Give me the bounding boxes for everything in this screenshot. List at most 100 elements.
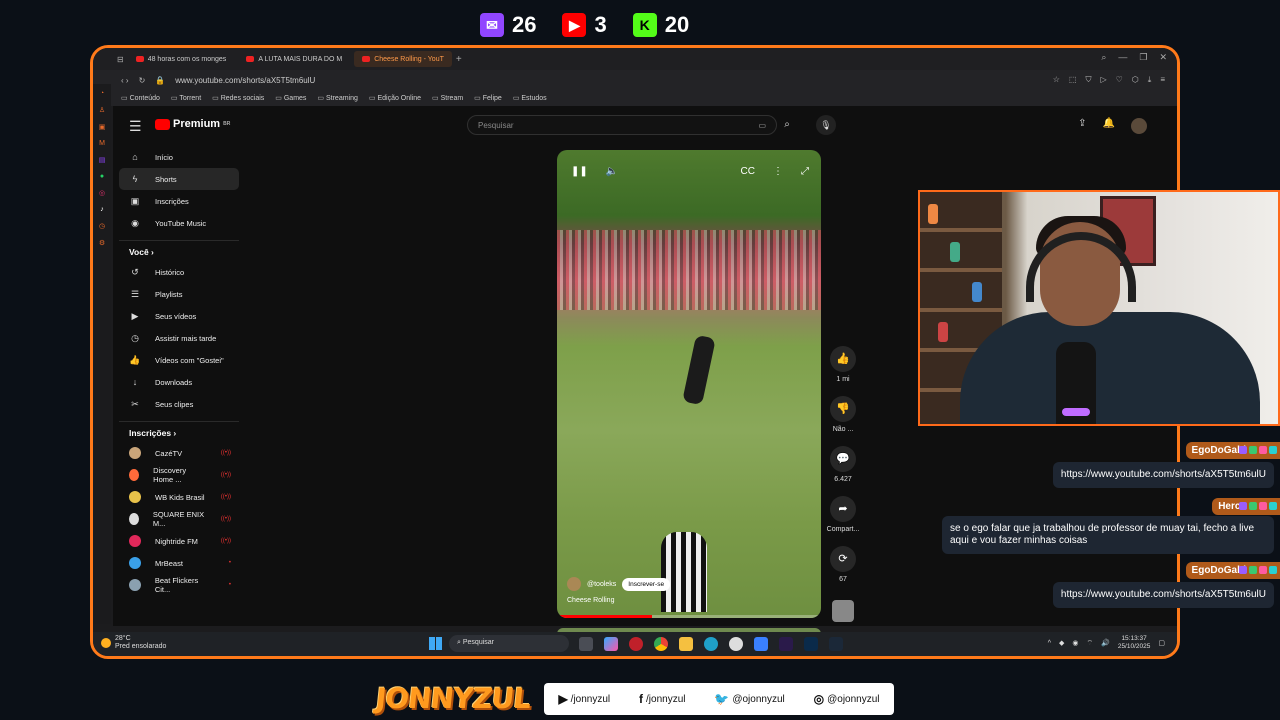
short-title[interactable]: Cheese Rolling (567, 597, 670, 604)
app-icon[interactable] (754, 637, 768, 651)
sidebar-item-you[interactable]: ☰ Playlists (119, 283, 239, 305)
back-icon[interactable]: ‹ › (121, 76, 129, 85)
tab-overview-icon[interactable]: ⊟ (117, 55, 124, 64)
chrome-icon[interactable] (654, 637, 668, 651)
short-video-player[interactable]: ❚❚ 🔈 CC ⋮ ⤢ @tooleks Inscrever-se Cheese… (557, 150, 821, 618)
minimize-icon[interactable]: — (1118, 52, 1127, 63)
steam-icon[interactable] (829, 637, 843, 651)
sidebar-item-youtube-music[interactable]: ◉ YouTube Music (119, 212, 239, 234)
like-icon[interactable]: 👍 (830, 346, 856, 372)
social-link[interactable]: ◎ @ojonnyzul (814, 692, 880, 706)
clock[interactable]: 15:13:37 25/10/2025 (1118, 635, 1151, 651)
menu-icon[interactable]: ≡ (1160, 75, 1165, 85)
sidebar-item-shorts[interactable]: ϟ Shorts (119, 168, 239, 190)
create-icon[interactable]: ⇪ (1078, 118, 1086, 134)
sidebar-item-you[interactable]: ◷ Assistir mais tarde (119, 327, 239, 349)
subscription-item[interactable]: Nightride FM ((•)) (119, 530, 239, 552)
bookmark-icon[interactable]: ☆ (1053, 75, 1060, 85)
new-tab-icon[interactable]: + (456, 54, 462, 65)
remix-action[interactable]: ⟳ 67 (830, 546, 856, 586)
bookmark-item[interactable]: Streaming (317, 94, 358, 102)
dislike-action[interactable]: 👎 Não ... (830, 396, 856, 436)
bookmark-item[interactable]: Games (275, 94, 307, 102)
tray-app-icon[interactable]: ◉ (1072, 639, 1078, 647)
opera-icon[interactable] (629, 637, 643, 651)
subscription-item[interactable]: SQUARE ENIX M... ((•)) (119, 508, 239, 530)
settings-icon[interactable]: ⚙ (99, 239, 105, 247)
search-input[interactable]: Pesquisar ▭ (467, 115, 777, 135)
browser-tab-active[interactable]: Cheese Rolling - YouT (354, 51, 452, 67)
browser-tab[interactable]: 48 horas com os monges (128, 51, 235, 67)
subscription-item[interactable]: WB Kids Brasil ((•)) (119, 486, 239, 508)
subscription-item[interactable]: Discovery Home ... ((•)) (119, 464, 239, 486)
progress-bar[interactable] (557, 615, 821, 618)
microphone-icon[interactable]: 🎙 (816, 115, 836, 135)
speed-dial-icon[interactable]: ◔ (100, 90, 104, 97)
subscribe-button[interactable]: Inscrever-se (622, 577, 671, 591)
youtube-premium-logo[interactable]: Premium BR (155, 118, 230, 130)
volume-icon[interactable]: 🔈 (606, 166, 618, 177)
sidebar-item-you[interactable]: 👍 Vídeos com "Gostei" (119, 349, 239, 371)
subscription-item[interactable]: MrBeast • (119, 552, 239, 574)
bookmark-item[interactable]: Redes sociais (212, 94, 265, 102)
notifications-icon[interactable]: 🔔 (1103, 118, 1115, 134)
bookmark-item[interactable]: Felipe (474, 94, 502, 102)
windows-start-icon[interactable] (429, 637, 442, 650)
channel-name[interactable]: @tooleks (587, 581, 616, 588)
social-link[interactable]: ▶/jonnyzul (558, 692, 610, 706)
social-link[interactable]: f/jonnyzul (639, 692, 685, 706)
bookmark-item[interactable]: Torrent (171, 94, 201, 102)
whatsapp-icon[interactable]: ● (100, 173, 104, 180)
reload-icon[interactable]: ↻ (139, 76, 146, 85)
twitch-rail-icon[interactable]: ▤ (99, 156, 106, 164)
photoshop-icon[interactable] (804, 637, 818, 651)
search-tabs-icon[interactable]: ⌕ (1101, 52, 1106, 63)
play-icon[interactable]: ▷ (1100, 75, 1106, 85)
you-section-header[interactable]: Você › (119, 247, 239, 257)
like-action[interactable]: 👍 1 mi (830, 346, 856, 386)
bookmark-item[interactable]: Edição Online (369, 94, 421, 102)
dislike-icon[interactable]: 👎 (830, 396, 856, 422)
tray-app-icon[interactable]: ◆ (1059, 639, 1064, 647)
fullscreen-icon[interactable]: ⤢ (801, 166, 809, 177)
notification-icon[interactable]: ▢ (1158, 639, 1165, 647)
aria-icon[interactable]: ♙ (99, 106, 105, 114)
copilot-icon[interactable] (604, 637, 618, 651)
subscriptions-header[interactable]: Inscrições › (119, 428, 239, 438)
avatar[interactable] (1131, 118, 1147, 134)
bookmark-item[interactable]: Estudos (513, 94, 546, 102)
comment-icon[interactable]: 💬 (830, 446, 856, 472)
sidebar-item-inscri-es[interactable]: ▣ Inscrições (119, 190, 239, 212)
comment-action[interactable]: 💬 6.427 (830, 446, 856, 486)
edge-icon[interactable] (704, 637, 718, 651)
mail-icon[interactable]: M (99, 140, 105, 147)
download-icon[interactable]: ⤓ (1148, 75, 1152, 85)
subscription-item[interactable]: CazéTV ((•)) (119, 442, 239, 464)
remix-icon[interactable]: ⟳ (830, 546, 856, 572)
sidebar-item-in-cio[interactable]: ⌂ Início (119, 146, 239, 168)
weather-widget[interactable]: 28°C Pred ensolarado (101, 635, 166, 651)
sidebar-item-you[interactable]: ↓ Downloads (119, 371, 239, 393)
chevron-up-icon[interactable]: ^ (1048, 640, 1051, 647)
close-icon[interactable]: ✕ (1159, 52, 1167, 63)
sidebar-item-you[interactable]: ↺ Histórico (119, 261, 239, 283)
history-rail-icon[interactable]: ◷ (99, 222, 105, 230)
maximize-icon[interactable]: ❐ (1139, 52, 1147, 63)
tiktok-icon[interactable]: ♪ (100, 206, 104, 213)
url-field[interactable]: www.youtube.com/shorts/aX5T5tm6ulU (175, 76, 315, 85)
hamburger-menu-icon[interactable]: ☰ (129, 118, 142, 135)
keyboard-icon[interactable]: ▭ (758, 121, 766, 130)
search-icon[interactable]: ⌕ (777, 115, 797, 135)
premiere-icon[interactable] (779, 637, 793, 651)
heart-icon[interactable]: ♡ (1116, 75, 1123, 85)
instagram-rail-icon[interactable]: ◎ (99, 189, 105, 197)
shield-icon[interactable]: ⛉ (1085, 75, 1091, 85)
taskbar-search[interactable]: ⌕ Pesquisar (449, 635, 569, 652)
pause-icon[interactable]: ❚❚ (571, 166, 588, 177)
folder-icon[interactable] (679, 637, 693, 651)
volume-icon[interactable]: 🔊 (1101, 639, 1110, 647)
sidebar-item-you[interactable]: ▶ Seus vídeos (119, 305, 239, 327)
screenshot-icon[interactable]: ⬚ (1069, 75, 1077, 85)
extensions-icon[interactable]: ⬡ (1132, 75, 1139, 85)
bookmark-item[interactable]: Stream (432, 94, 464, 102)
